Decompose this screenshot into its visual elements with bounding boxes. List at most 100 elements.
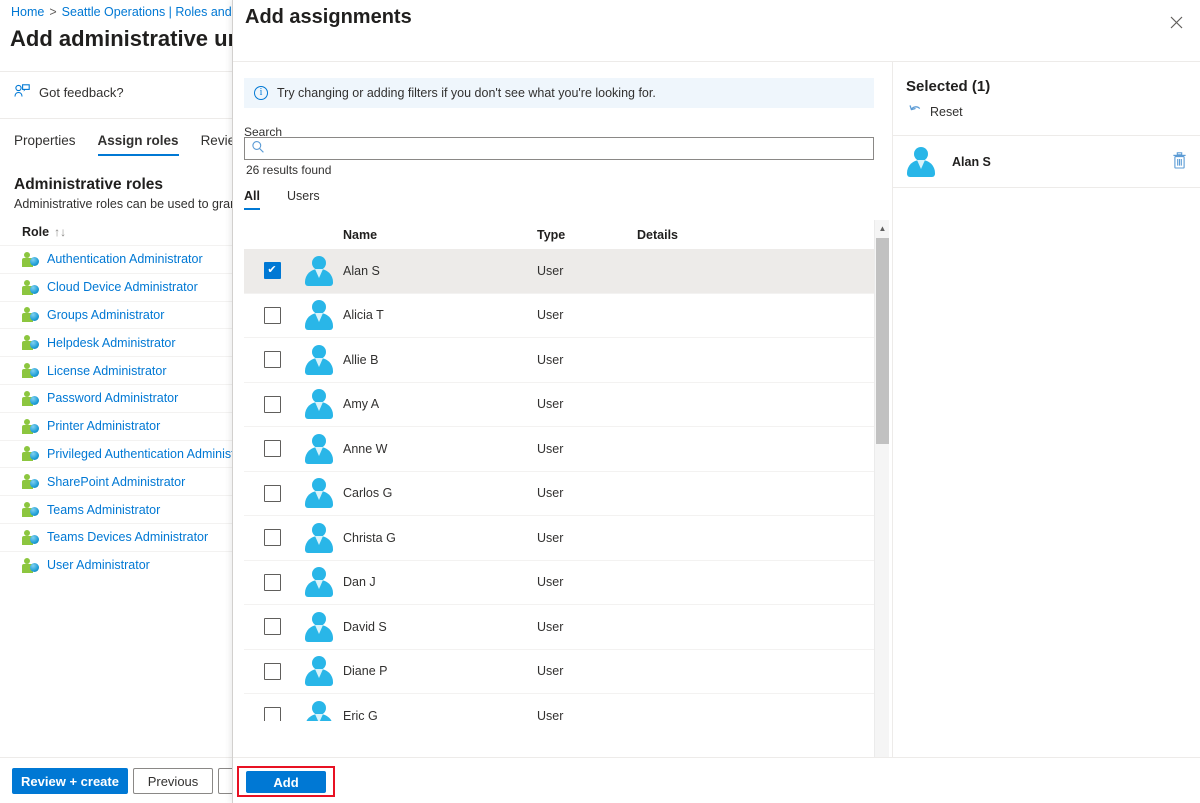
add-assignments-dialog: Add assignments i Try changing or adding… [232, 0, 1200, 803]
roles-column-header[interactable]: Role ↑↓ [22, 225, 66, 239]
role-list-item[interactable]: SharePoint Administrator [0, 467, 232, 495]
role-list-item[interactable]: License Administrator [0, 356, 232, 384]
row-name: Anne W [343, 441, 388, 456]
role-list-item-label: Groups Administrator [47, 307, 165, 322]
row-checkbox[interactable] [263, 440, 281, 458]
row-avatar-cell [300, 611, 343, 643]
role-list-item[interactable]: Printer Administrator [0, 411, 232, 440]
role-user-icon [22, 335, 39, 351]
table-row[interactable]: Dan J User [244, 560, 874, 605]
row-checkbox[interactable] [263, 662, 281, 680]
search-input[interactable] [271, 138, 873, 159]
row-checkbox[interactable] [263, 707, 281, 721]
tab-assign-roles[interactable]: Assign roles [97, 133, 179, 156]
row-checkbox-cell [244, 529, 300, 547]
selected-items-list: Alan S [893, 135, 1200, 188]
row-checkbox[interactable] [263, 529, 281, 547]
row-avatar-cell [300, 477, 343, 509]
add-button[interactable]: Add [246, 771, 326, 793]
tab-review[interactable]: Review [201, 133, 232, 156]
role-list-item[interactable]: Authentication Administrator [0, 245, 232, 273]
tab-all[interactable]: All [244, 189, 260, 217]
role-list-item-label: Cloud Device Administrator [47, 280, 198, 295]
breadcrumb-current[interactable]: Seattle Operations | Roles and [62, 5, 232, 19]
row-checkbox[interactable] [263, 484, 281, 502]
role-user-icon [22, 418, 39, 434]
row-avatar-cell [300, 433, 343, 465]
dialog-title: Add assignments [245, 6, 412, 28]
role-list-item[interactable]: Teams Administrator [0, 495, 232, 523]
table-row[interactable]: David S User [244, 605, 874, 650]
table-body: ✔ Alan S User Alicia T User Allie B User Amy A U… [244, 249, 874, 721]
scroll-up-icon[interactable]: ▲ [875, 220, 890, 236]
role-list-item[interactable]: Privileged Authentication Administ [0, 439, 232, 468]
search-field[interactable] [244, 137, 874, 160]
row-type: User [537, 619, 564, 634]
breadcrumb: Home > Seattle Operations | Roles and [11, 5, 232, 19]
table-row[interactable]: Eric G User [244, 694, 874, 721]
row-checkbox-cell [244, 306, 300, 324]
vertical-scrollbar[interactable]: ▲ ▼ [874, 220, 889, 788]
role-user-icon [22, 474, 39, 490]
row-checkbox-cell [244, 484, 300, 502]
table-row[interactable]: Carlos G User [244, 471, 874, 516]
role-user-icon [22, 529, 39, 545]
background-page: Home > Seattle Operations | Roles and Add … [0, 0, 232, 803]
sort-arrows-icon[interactable]: ↑↓ [54, 225, 66, 239]
row-name: Christa G [343, 530, 396, 545]
table-row[interactable]: Christa G User [244, 516, 874, 561]
got-feedback-label: Got feedback? [39, 85, 124, 100]
role-user-icon [22, 363, 39, 379]
table-row[interactable]: Allie B User [244, 338, 874, 383]
table-row[interactable]: ✔ Alan S User [244, 249, 874, 294]
user-avatar-icon [304, 388, 334, 420]
dialog-left-pane: i Try changing or adding filters if you … [233, 62, 892, 803]
dialog-footer: Add [233, 757, 1200, 803]
user-avatar-icon [304, 655, 334, 687]
close-icon[interactable] [1161, 7, 1191, 37]
info-message-bar: i Try changing or adding filters if you … [244, 78, 874, 108]
row-checkbox[interactable] [263, 395, 281, 413]
trash-icon[interactable] [1172, 151, 1187, 172]
role-user-icon [22, 279, 39, 295]
row-type: User [537, 486, 564, 501]
row-avatar-cell [300, 566, 343, 598]
reset-button[interactable]: Reset [909, 104, 963, 120]
table-row[interactable]: Alicia T User [244, 293, 874, 338]
row-checkbox[interactable] [263, 618, 281, 636]
user-avatar-icon [304, 566, 334, 598]
row-checkbox[interactable] [263, 351, 281, 369]
section-title: Administrative roles [14, 176, 164, 193]
review-create-button[interactable]: Review + create [12, 768, 128, 794]
role-list-item[interactable]: Password Administrator [0, 383, 232, 412]
previous-button[interactable]: Previous [133, 768, 213, 794]
role-list-item[interactable]: Helpdesk Administrator [0, 328, 232, 356]
table-row[interactable]: Diane P User [244, 649, 874, 694]
row-type: User [537, 664, 564, 679]
vertical-scrollbar-thumb[interactable] [876, 238, 889, 444]
filter-tabs: All Users [244, 189, 320, 217]
row-checkbox[interactable] [263, 306, 281, 324]
row-avatar-cell [300, 522, 343, 554]
next-button[interactable] [218, 768, 232, 794]
row-type: User [537, 708, 564, 721]
tab-users[interactable]: Users [287, 189, 320, 217]
row-type: User [537, 352, 564, 367]
table-row[interactable]: Anne W User [244, 427, 874, 472]
role-list-item[interactable]: Teams Devices Administrator [0, 522, 232, 551]
user-avatar-icon [304, 700, 334, 721]
got-feedback-button[interactable]: Got feedback? [14, 84, 124, 101]
row-checkbox[interactable]: ✔ [263, 262, 281, 280]
row-checkbox[interactable] [263, 573, 281, 591]
role-list-item[interactable]: User Administrator [0, 550, 232, 579]
row-avatar-cell [300, 255, 343, 287]
breadcrumb-home[interactable]: Home [11, 5, 44, 19]
tab-properties[interactable]: Properties [14, 133, 76, 156]
row-checkbox-cell [244, 707, 300, 721]
divider-top [0, 71, 232, 72]
feedback-icon [14, 84, 30, 101]
page-title: Add administrative uni [10, 26, 232, 51]
table-row[interactable]: Amy A User [244, 382, 874, 427]
role-list-item[interactable]: Cloud Device Administrator [0, 272, 232, 301]
role-list-item[interactable]: Groups Administrator [0, 300, 232, 329]
